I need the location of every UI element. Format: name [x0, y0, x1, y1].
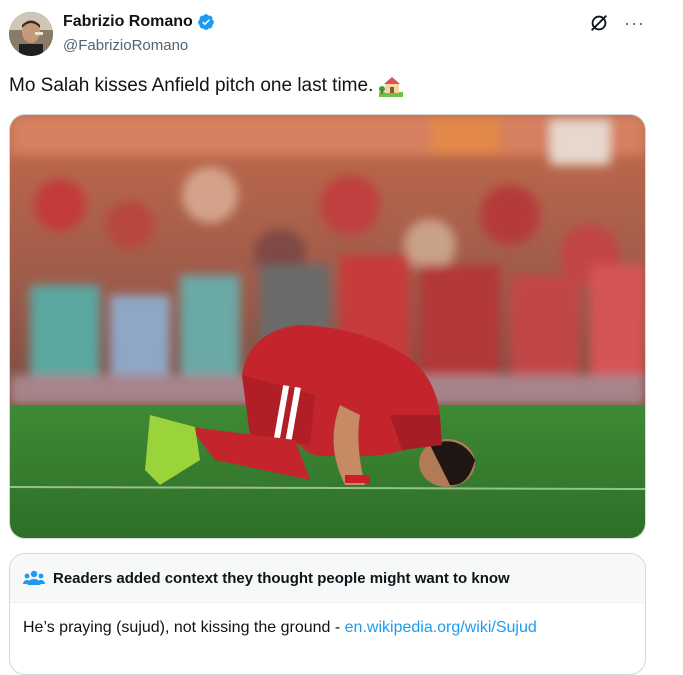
community-note-body: He’s praying (sujud), not kissing the gr… — [10, 603, 645, 637]
tweet-text-row: Mo Salah kisses Anfield pitch one last t… — [9, 75, 404, 97]
match-photo — [10, 115, 645, 538]
community-note-header[interactable]: Readers added context they thought peopl… — [10, 554, 645, 603]
tweet-media-photo[interactable] — [9, 114, 646, 539]
tweet-header-actions: ··· — [588, 12, 645, 34]
grok-icon[interactable] — [588, 12, 610, 34]
verified-badge-icon — [197, 14, 214, 30]
community-note-text: He’s praying (sujud), not kissing the gr… — [23, 619, 345, 636]
author-handle[interactable]: @FabrizioRomano — [63, 37, 188, 54]
community-note: Readers added context they thought peopl… — [9, 553, 646, 675]
people-icon — [23, 570, 45, 585]
community-note-link[interactable]: en.wikipedia.org/wiki/Sujud — [345, 619, 537, 636]
tweet-text: Mo Salah kisses Anfield pitch one last t… — [9, 75, 374, 96]
author-name-row: Fabrizio Romano — [63, 13, 215, 31]
author-display-name[interactable]: Fabrizio Romano — [63, 13, 193, 31]
community-note-title: Readers added context they thought peopl… — [53, 569, 510, 587]
avatar[interactable] — [9, 12, 53, 56]
profile-avatar — [9, 12, 53, 56]
more-options-icon[interactable]: ··· — [624, 12, 645, 34]
house-with-garden-emoji — [379, 77, 404, 97]
